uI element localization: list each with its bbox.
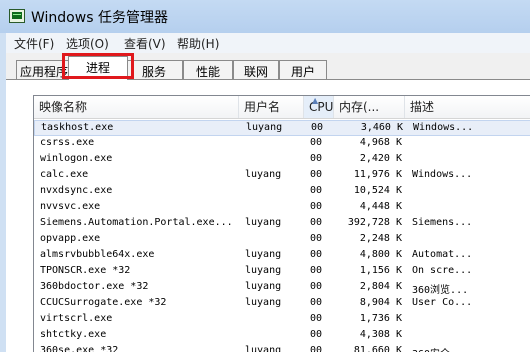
process-name: CCUCSurrogate.exe *32 bbox=[40, 297, 167, 308]
process-name: taskhost.exe bbox=[41, 122, 114, 133]
process-user: luyang bbox=[245, 169, 282, 180]
process-cpu: 00 bbox=[310, 265, 323, 276]
process-cpu: 00 bbox=[310, 297, 323, 308]
title-bar: Windows 任务管理器 bbox=[0, 0, 530, 33]
tab-users[interactable]: 用户 bbox=[279, 60, 327, 79]
table-row[interactable]: almsrvbubble64x.exe luyang 00 4,800 K Automa… bbox=[34, 248, 530, 264]
process-name: winlogon.exe bbox=[40, 153, 113, 164]
process-cpu: 00 bbox=[310, 185, 323, 196]
process-memory: 4,448 K bbox=[359, 201, 402, 212]
process-name: opvapp.exe bbox=[40, 233, 101, 244]
process-cpu: 00 bbox=[310, 313, 323, 324]
task-manager-icon bbox=[9, 9, 25, 23]
process-cpu: 00 bbox=[310, 153, 323, 164]
window-title: Windows 任务管理器 bbox=[31, 10, 168, 26]
process-cpu: 00 bbox=[310, 233, 323, 244]
process-memory: 1,156 K bbox=[359, 265, 402, 276]
process-user: luyang bbox=[245, 281, 282, 292]
menu-options[interactable]: 选项(O) bbox=[66, 35, 109, 52]
process-name: Siemens.Automation.Portal.exe... bbox=[40, 217, 233, 228]
process-name: csrss.exe bbox=[40, 137, 95, 148]
process-memory: 2,420 K bbox=[359, 153, 402, 164]
column-cpu[interactable]: ▲ CPU bbox=[304, 96, 334, 118]
table-row[interactable]: opvapp.exe 00 2,248 K bbox=[34, 232, 530, 248]
process-name: shtctky.exe bbox=[40, 329, 107, 340]
table-row[interactable]: winlogon.exe 00 2,420 K bbox=[34, 152, 530, 168]
process-name: 360bdoctor.exe *32 bbox=[40, 281, 149, 292]
column-memory[interactable]: 内存(... bbox=[334, 96, 405, 118]
column-description[interactable]: 描述 bbox=[405, 96, 530, 118]
process-name: TPONSCR.exe *32 bbox=[40, 265, 131, 276]
tab-label: 性能 bbox=[195, 65, 220, 79]
table-row[interactable]: CCUCSurrogate.exe *32 luyang 00 8,904 K User… bbox=[34, 296, 530, 312]
menu-file[interactable]: 文件(F) bbox=[14, 35, 54, 52]
table-row[interactable]: TPONSCR.exe *32 luyang 00 1,156 K On scre... bbox=[34, 264, 530, 280]
process-user: luyang bbox=[245, 265, 282, 276]
process-cpu: 00 bbox=[310, 169, 323, 180]
table-row[interactable]: taskhost.exe luyang 00 3,460 K Windows... bbox=[34, 120, 530, 136]
menu-bar: 文件(F) 选项(O) 查看(V) 帮助(H) bbox=[6, 33, 530, 53]
process-user: luyang bbox=[246, 122, 283, 133]
process-memory: 1,736 K bbox=[359, 313, 402, 324]
table-row[interactable]: nvvsvc.exe 00 4,448 K bbox=[34, 200, 530, 216]
process-memory: 3,460 K bbox=[360, 122, 403, 133]
menu-help[interactable]: 帮助(H) bbox=[177, 35, 219, 52]
process-description: Windows... bbox=[412, 169, 472, 180]
table-row[interactable]: Siemens.Automation.Portal.exe... luyang 00… bbox=[34, 216, 530, 232]
highlight-box bbox=[62, 53, 134, 79]
process-description: 360浏览... bbox=[412, 285, 469, 296]
process-memory: 8,904 K bbox=[359, 297, 402, 308]
process-cpu: 00 bbox=[311, 122, 324, 133]
process-name: nvxdsync.exe bbox=[40, 185, 113, 196]
process-cpu: 00 bbox=[310, 201, 323, 212]
process-user: luyang bbox=[245, 249, 282, 260]
process-description: Siemens... bbox=[412, 217, 472, 228]
menu-view[interactable]: 查看(V) bbox=[124, 35, 166, 52]
process-description: Windows... bbox=[413, 122, 473, 133]
process-description: On scre... bbox=[412, 265, 472, 276]
process-cpu: 00 bbox=[310, 281, 323, 292]
column-user-name[interactable]: 用户名 bbox=[239, 96, 304, 118]
client-area: 应用程序 进程 服务 性能 联网 用户 映像名称 用户名 ▲ CPU 内存(..… bbox=[6, 53, 530, 352]
table-row[interactable]: calc.exe luyang 00 11,976 K Windows... bbox=[34, 168, 530, 184]
process-cpu: 00 bbox=[310, 329, 323, 340]
table-row[interactable]: nvxdsync.exe 00 10,524 K bbox=[34, 184, 530, 200]
process-memory: 4,968 K bbox=[359, 137, 402, 148]
process-memory: 4,308 K bbox=[359, 329, 402, 340]
tab-networking[interactable]: 联网 bbox=[233, 60, 279, 79]
process-cpu: 00 bbox=[310, 137, 323, 148]
column-image-name[interactable]: 映像名称 bbox=[34, 96, 239, 118]
process-memory: 392,728 K bbox=[347, 217, 402, 228]
process-cpu: 00 bbox=[310, 217, 323, 228]
process-memory: 4,800 K bbox=[359, 249, 402, 260]
process-name: virtscrl.exe bbox=[40, 313, 113, 324]
tab-label: 服务 bbox=[141, 65, 166, 79]
process-memory: 10,524 K bbox=[353, 185, 402, 196]
process-user: luyang bbox=[245, 217, 282, 228]
table-row[interactable]: shtctky.exe 00 4,308 K bbox=[34, 328, 530, 344]
process-memory: 2,804 K bbox=[359, 281, 402, 292]
list-header: 映像名称 用户名 ▲ CPU 内存(... 描述 bbox=[34, 96, 530, 119]
tab-label: 联网 bbox=[243, 65, 268, 79]
process-description: User Co... bbox=[412, 297, 472, 308]
process-memory: 2,248 K bbox=[359, 233, 402, 244]
tab-label: 应用程序 bbox=[19, 65, 68, 79]
process-description: Automat... bbox=[412, 249, 472, 260]
process-memory: 11,976 K bbox=[353, 169, 402, 180]
process-name: almsrvbubble64x.exe bbox=[40, 249, 155, 260]
table-row[interactable]: 360bdoctor.exe *32 luyang 00 2,804 K 360浏览..… bbox=[34, 280, 530, 296]
tab-label: 用户 bbox=[290, 65, 315, 79]
process-name: calc.exe bbox=[40, 169, 89, 180]
table-row[interactable]: virtscrl.exe 00 1,736 K bbox=[34, 312, 530, 328]
process-name: nvvsvc.exe bbox=[40, 201, 101, 212]
sort-up-icon: ▲ bbox=[312, 96, 319, 105]
tab-performance[interactable]: 性能 bbox=[183, 60, 233, 79]
process-user: luyang bbox=[245, 297, 282, 308]
process-cpu: 00 bbox=[310, 249, 323, 260]
process-list[interactable]: 映像名称 用户名 ▲ CPU 内存(... 描述 taskhost.exe luy… bbox=[33, 95, 530, 352]
table-row[interactable]: csrss.exe 00 4,968 K bbox=[34, 136, 530, 152]
